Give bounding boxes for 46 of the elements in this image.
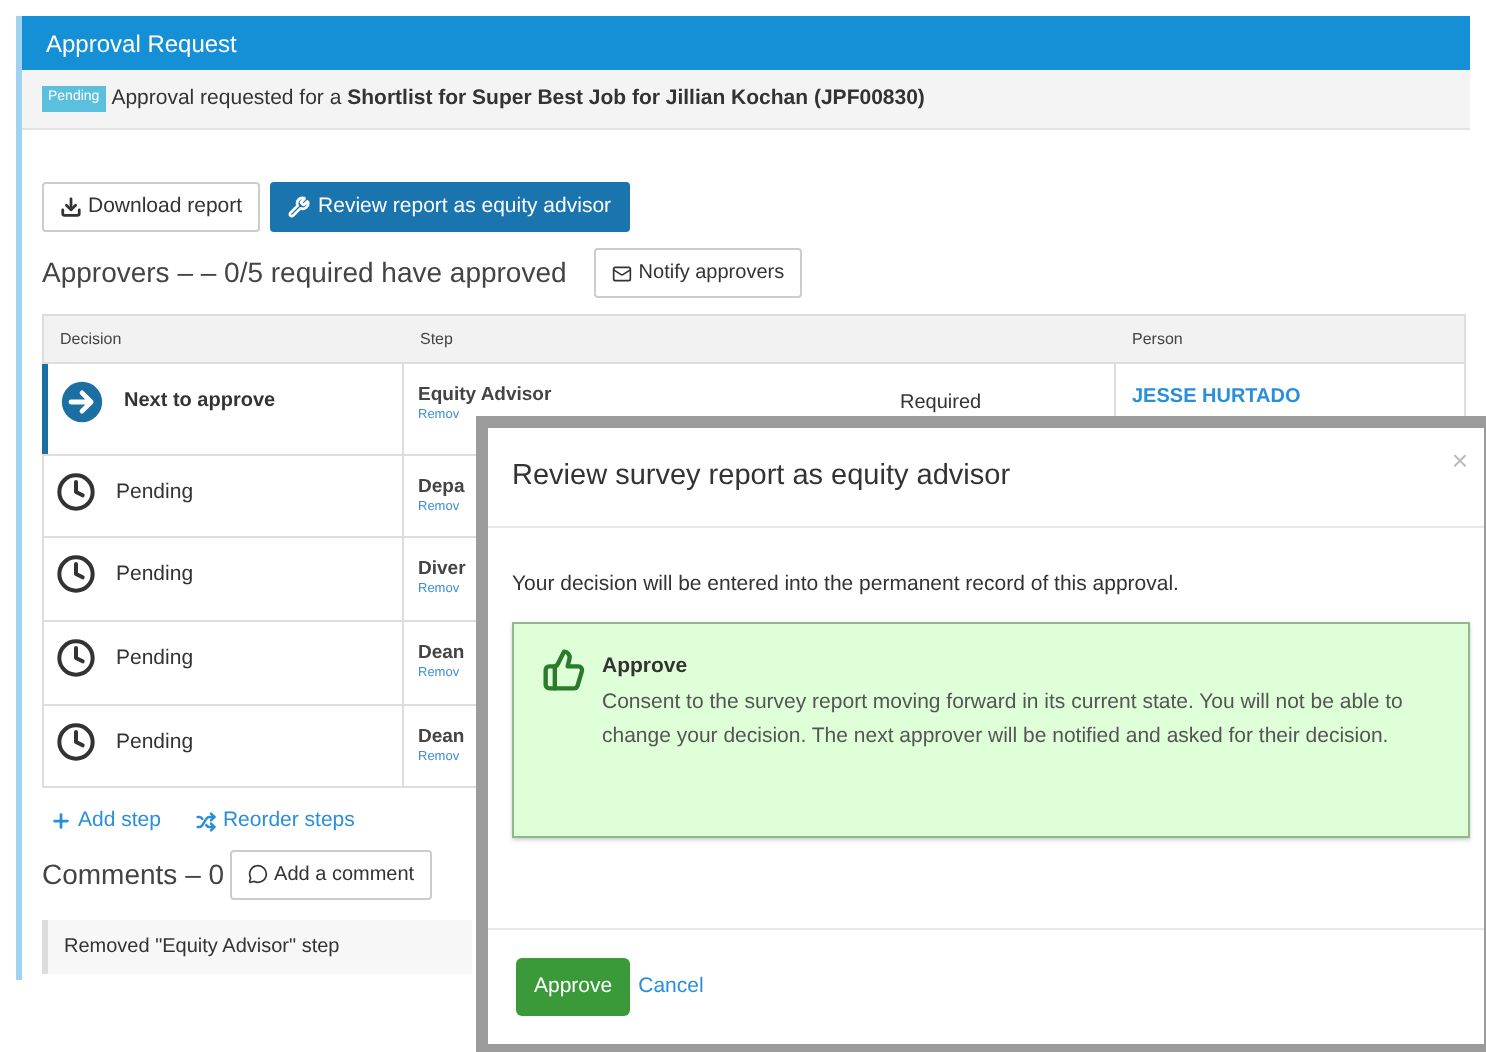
decision-text: Pending: [116, 478, 194, 508]
request-text: Approval requested for a Shortlist for Super Best Job for Jillian Kochan (JPF00830): [111, 83, 925, 114]
column-header: Person: [1130, 327, 1185, 351]
shuffle-icon: [196, 811, 217, 832]
add-step-link[interactable]: Add step: [50, 806, 161, 838]
speech-bubble-icon: [248, 864, 269, 885]
step-name: Dean: [418, 726, 465, 750]
step-name: Diver: [418, 558, 466, 582]
requirement-text: Required: [900, 392, 982, 414]
approvers-heading: Approvers – – 0/5 required have approved: [42, 254, 567, 292]
review-report-button[interactable]: Review report as equity advisor: [270, 182, 630, 232]
decision-text: Pending: [116, 728, 194, 758]
thumbs-up-icon: [542, 647, 586, 692]
person-link[interactable]: JESSE HURTADO: [1132, 386, 1301, 408]
decision-text: Next to approve: [124, 388, 276, 416]
wrench-icon: [288, 196, 311, 218]
option-title: Approve: [602, 651, 690, 682]
clock-icon: [56, 722, 96, 762]
notify-approvers-button[interactable]: Notify approvers: [594, 248, 803, 298]
close-button[interactable]: ×: [1451, 440, 1468, 482]
download-report-button[interactable]: Download report: [42, 182, 261, 232]
decision-text: Pending: [116, 644, 194, 674]
step-name: Depa: [418, 476, 465, 500]
decision-text: Pending: [116, 560, 194, 590]
column-header: Decision: [58, 327, 124, 351]
step-name: Dean: [418, 642, 465, 666]
step-name: Equity Advisor: [418, 384, 552, 408]
envelope-icon: [612, 263, 633, 283]
add-comment-button[interactable]: Add a comment: [230, 849, 433, 900]
plus-icon: [50, 810, 72, 833]
column-header: Step: [418, 327, 455, 351]
cancel-link[interactable]: Cancel: [638, 971, 704, 1003]
download-icon: [60, 196, 82, 218]
dialog-intro: Your decision will be entered into the permanent record of this approval.: [512, 570, 1181, 600]
comment-entry: Removed "Equity Advisor" step: [42, 919, 472, 974]
approve-option-card[interactable]: Approve Consent to the survey report moving forward in its current state. You will not be able to change your decision. The next approver will be notified and asked for their decision.: [512, 621, 1470, 838]
approve-button[interactable]: Approve: [516, 958, 631, 1016]
clock-icon: [56, 554, 96, 594]
comments-heading: Comments – 0: [42, 855, 225, 894]
dialog-title: Review survey report as equity advisor: [512, 457, 1011, 496]
reorder-steps-link[interactable]: Reorder steps: [196, 806, 355, 838]
arrow-circle-icon: [60, 380, 104, 424]
clock-icon: [56, 638, 96, 678]
panel-title: Approval Request: [22, 16, 1470, 70]
option-description: Consent to the survey report moving forward in its current state. You will not be able to change your decision. The next approver will be notified and asked for their decision.: [602, 687, 1405, 751]
clock-icon: [56, 472, 96, 512]
